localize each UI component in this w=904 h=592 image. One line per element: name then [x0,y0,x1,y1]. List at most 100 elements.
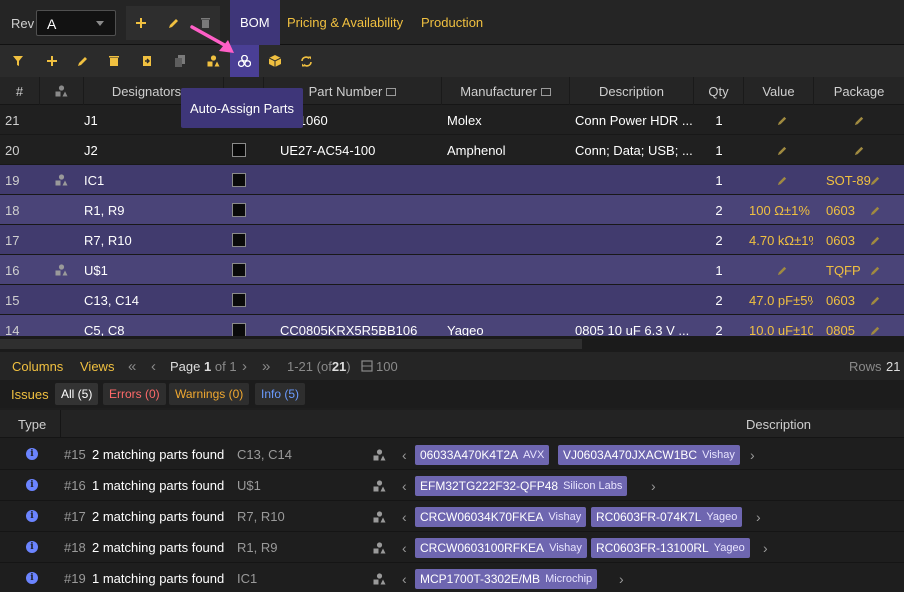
table-row[interactable]: 20 J2 UE27-AC54-100 Amphenol Conn; Data; USB… [0,135,904,165]
col-package[interactable]: Package [814,77,904,105]
table-row[interactable]: 21 J1 30-1060 Molex Conn Power HDR ... 1 [0,105,904,135]
pencil-icon[interactable] [854,105,866,135]
tab-production[interactable]: Production [411,0,493,45]
col-qty[interactable]: Qty [694,77,744,105]
dnp-checkbox[interactable] [232,323,246,337]
col-description[interactable]: Description [570,77,694,105]
add-part-button[interactable] [38,45,66,77]
rev-label: Rev [11,16,35,31]
issues-filter-errors[interactable]: Errors (0) [103,383,166,405]
col-manufacturer[interactable]: Manufacturer [442,77,570,105]
pencil-icon[interactable] [870,195,882,225]
group-icon[interactable] [373,532,386,563]
chevron-right-icon[interactable]: › [756,501,761,532]
table-row[interactable]: 16 U$1 1 TQFP [0,255,904,285]
part-suggestion-chip[interactable]: EFM32TG222F32-QFP48 Silicon Labs [415,476,628,496]
horizontal-scrollbar[interactable] [0,336,904,352]
pencil-icon[interactable] [777,165,789,195]
edit-part-button[interactable] [69,45,97,77]
part-suggestion-chip[interactable]: CRCW06034K70FKEA Vishay [415,507,587,527]
dnp-checkbox[interactable] [232,173,246,187]
next-page-icon[interactable]: › [242,352,247,380]
pencil-icon[interactable] [870,285,882,315]
pencil-icon[interactable] [854,135,866,165]
pencil-icon[interactable] [777,255,789,285]
pencil-icon[interactable] [870,225,882,255]
import-button[interactable] [133,45,161,77]
part-suggestion-chip[interactable]: CRCW0603100RFKEA Vishay [415,538,587,558]
first-page-icon[interactable]: « [128,352,136,380]
chevron-right-icon[interactable]: › [619,563,624,592]
edit-rev-button[interactable] [158,6,188,40]
part-suggestion-chip[interactable]: 06033A470K4T2A AVX [415,445,550,465]
col-group[interactable] [40,77,84,105]
group-icon[interactable] [373,439,386,470]
issues-label: Issues [11,386,49,402]
issue-row[interactable]: i #17 2 matching parts found R7, R10 ‹ CRCW06… [0,501,904,532]
dnp-checkbox[interactable] [232,293,246,307]
views-button[interactable]: Views [80,352,114,380]
issues-col-description[interactable]: Description [746,410,811,438]
chevron-right-icon[interactable]: › [763,532,768,563]
chevron-left-icon[interactable]: ‹ [402,470,407,501]
plus-icon [47,56,57,66]
rev-select[interactable]: A [36,10,116,36]
prev-page-icon[interactable]: ‹ [151,352,156,380]
part-suggestion-chip[interactable]: VJ0603A470JXACW1BC Vishay [558,445,740,465]
page-size-control[interactable]: 100 [361,352,398,380]
issue-row[interactable]: i #19 1 matching parts found IC1 ‹ MCP1700T-3… [0,563,904,592]
dnp-checkbox[interactable] [232,203,246,217]
designators-cell: J2 [84,142,98,158]
part-suggestion-chip[interactable]: RC0603FR-13100RL Yageo [591,538,750,558]
scrollbar-thumb[interactable] [0,339,582,349]
row-number: 18 [5,202,20,218]
issues-filter-warnings[interactable]: Warnings (0) [169,383,250,405]
issues-col-type[interactable]: Type [18,410,46,438]
last-page-icon[interactable]: » [262,352,270,380]
pencil-icon[interactable] [777,135,789,165]
part-suggestion-chip[interactable]: RC0603FR-074K7L Yageo [591,507,743,527]
refresh-button[interactable] [292,45,320,77]
group-icon[interactable] [373,470,386,501]
table-row[interactable]: 15 C13, C14 2 47.0 pF±5% 0603 [0,285,904,315]
chevron-left-icon[interactable]: ‹ [402,532,407,563]
suggested-part-number: CRCW0603100RFKEA [420,541,545,555]
pencil-icon[interactable] [870,255,882,285]
tab-pricing[interactable]: Pricing & Availability [277,0,413,45]
row-number: 16 [5,262,20,278]
table-row[interactable]: 17 R7, R10 2 4.70 kΩ±1% 0603 [0,225,904,255]
description-cell [575,195,693,225]
issue-row[interactable]: i #15 2 matching parts found C13, C14 ‹ 06033… [0,439,904,470]
issue-row[interactable]: i #18 2 matching parts found R1, R9 ‹ CRCW060… [0,532,904,563]
pencil-icon[interactable] [870,165,882,195]
dnp-checkbox[interactable] [232,263,246,277]
dnp-checkbox[interactable] [232,143,246,157]
issues-filter-all[interactable]: All (5) [55,383,99,405]
col-num[interactable]: # [0,77,40,105]
group-icon[interactable] [373,563,386,592]
table-row[interactable]: 19 IC1 1 SOT-89 [0,165,904,195]
issue-message: 2 matching parts found [92,540,225,555]
dnp-checkbox[interactable] [232,233,246,247]
top-bar: Rev A BOM Pricing & Availability Product… [0,0,904,45]
table-row[interactable]: 18 R1, R9 2 100 Ω±1% 0603 [0,195,904,225]
part-suggestion-chip[interactable]: MCP1700T-3302E/MB Microchip [415,569,598,589]
chevron-right-icon[interactable]: › [750,439,755,470]
columns-button[interactable]: Columns [12,352,63,380]
pencil-icon[interactable] [777,105,789,135]
issue-row[interactable]: i #16 1 matching parts found U$1 ‹ EFM32TG222… [0,470,904,501]
delete-part-button[interactable] [100,45,128,77]
col-value[interactable]: Value [744,77,814,105]
filter-button[interactable] [4,45,32,77]
chevron-left-icon[interactable]: ‹ [402,563,407,592]
suggested-part-number: CRCW06034K70FKEA [420,510,544,524]
group-icon[interactable] [373,501,386,532]
range-prefix: 1-21 (of [287,358,332,374]
manufacturer-cell [447,225,567,255]
package-button[interactable] [261,45,289,77]
issues-filter-info[interactable]: Info (5) [255,383,306,405]
add-rev-button[interactable] [126,6,156,40]
chevron-left-icon[interactable]: ‹ [402,501,407,532]
chevron-right-icon[interactable]: › [651,470,656,501]
chevron-left-icon[interactable]: ‹ [402,439,407,470]
